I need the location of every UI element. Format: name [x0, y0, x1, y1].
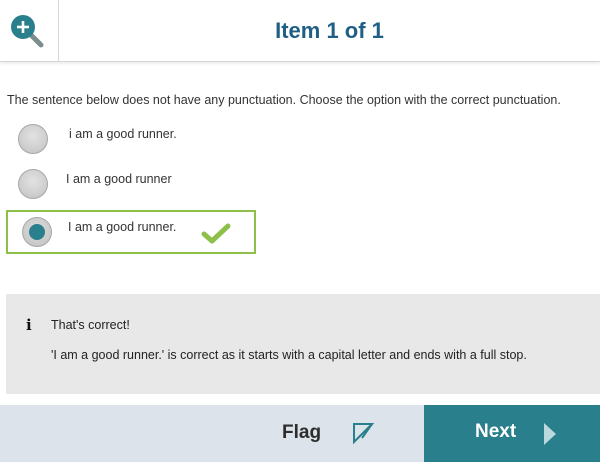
- radio-button[interactable]: [18, 169, 48, 199]
- radio-selected-dot: [29, 224, 45, 240]
- header-bar: Item 1 of 1: [0, 0, 600, 62]
- flag-button[interactable]: Flag: [270, 405, 420, 462]
- feedback-title: That's correct!: [51, 318, 130, 332]
- answer-option-1[interactable]: i am a good runner.: [6, 116, 256, 160]
- answer-option-2[interactable]: I am a good runner: [6, 162, 256, 206]
- question-instruction: The sentence below does not have any pun…: [7, 93, 561, 107]
- checkmark-icon: [201, 223, 231, 244]
- radio-button-selected[interactable]: [22, 217, 52, 247]
- zoom-in-magnifier-icon: [11, 15, 44, 48]
- flag-label: Flag: [282, 422, 322, 443]
- option-label: i am a good runner.: [69, 127, 177, 141]
- option-label: I am a good runner.: [68, 220, 177, 234]
- footer-bar: Flag Next: [0, 405, 600, 462]
- radio-button[interactable]: [18, 124, 48, 154]
- feedback-text: 'I am a good runner.' is correct as it s…: [51, 348, 527, 362]
- zoom-button[interactable]: [0, 0, 59, 61]
- answer-option-3[interactable]: I am a good runner.: [6, 210, 256, 254]
- next-button[interactable]: Next: [424, 405, 600, 462]
- info-icon: i: [26, 316, 32, 334]
- feedback-panel: i That's correct! 'I am a good runner.' …: [6, 294, 600, 394]
- next-label: Next: [475, 421, 517, 442]
- option-label: I am a good runner: [66, 172, 172, 186]
- play-arrow-icon: [544, 423, 556, 445]
- page-title: Item 1 of 1: [275, 18, 384, 43]
- flag-corner-icon: [353, 423, 374, 444]
